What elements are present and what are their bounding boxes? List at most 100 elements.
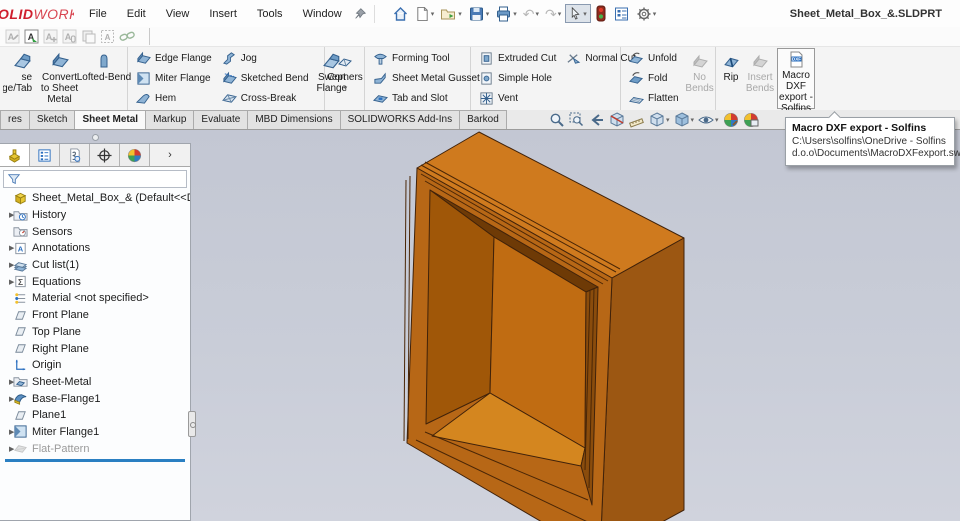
fold-button[interactable]: Fold bbox=[626, 69, 682, 88]
jog-button[interactable]: Jog bbox=[219, 49, 312, 68]
panel-tabs-overflow[interactable]: › bbox=[150, 144, 190, 166]
undo-button[interactable]: ↶ ▾ bbox=[521, 7, 541, 21]
miter-flange-button[interactable]: Miter Flange bbox=[133, 69, 215, 88]
tree-item-history[interactable]: ▶ History bbox=[0, 207, 190, 224]
display-style-button[interactable]: ▾ bbox=[673, 111, 696, 128]
zoom-area-button[interactable] bbox=[568, 112, 586, 128]
sketched-bend-button[interactable]: Sketched Bend bbox=[219, 69, 312, 88]
open-document-button[interactable]: ▾ bbox=[438, 5, 464, 23]
rip-button[interactable]: Rip bbox=[719, 48, 743, 109]
tree-item-right-plane[interactable]: Right Plane bbox=[0, 340, 190, 357]
view-orientation-button[interactable]: ▾ bbox=[648, 112, 671, 128]
tree-item-sheet-metal-folder[interactable]: ▶ Sheet-Metal bbox=[0, 374, 190, 391]
tree-root-part[interactable]: Sheet_Metal_Box_& (Default<<Default> bbox=[0, 190, 190, 207]
menu-edit[interactable]: Edit bbox=[118, 5, 155, 23]
expand-arrow[interactable]: ▶ bbox=[0, 378, 14, 386]
rollback-bar[interactable] bbox=[5, 459, 185, 462]
tree-item-cut-list[interactable]: ▶ Cut list(1) bbox=[0, 257, 190, 274]
expand-arrow[interactable]: ▶ bbox=[0, 445, 14, 453]
tab-sketch[interactable]: Sketch bbox=[28, 110, 76, 129]
menu-insert[interactable]: Insert bbox=[200, 5, 246, 23]
settings-button[interactable]: ▾ bbox=[634, 5, 659, 23]
tab-feature-tree[interactable] bbox=[0, 144, 30, 166]
edit-appearance-button[interactable] bbox=[722, 112, 740, 128]
unfold-button[interactable]: Unfold bbox=[626, 49, 682, 68]
sheet-metal-gusset-button[interactable]: Sheet Metal Gusset bbox=[370, 69, 483, 88]
edge-flange-button[interactable]: Edge Flange bbox=[133, 49, 215, 68]
simple-hole-button[interactable]: Simple Hole bbox=[476, 69, 559, 88]
tree-item-base-flange1[interactable]: ▶ Base-Flange1 bbox=[0, 390, 190, 407]
auto-text-icon[interactable]: A bbox=[100, 29, 115, 44]
measure-button[interactable] bbox=[628, 112, 646, 128]
note-edit-icon[interactable]: A bbox=[5, 29, 20, 44]
menu-file[interactable]: File bbox=[80, 5, 116, 23]
tree-item-miter-flange1[interactable]: ▶ Miter Flange1 bbox=[0, 424, 190, 441]
note-insert-icon[interactable]: A bbox=[24, 29, 39, 44]
hide-show-items-button[interactable]: ▾ bbox=[697, 112, 720, 128]
tab-and-slot-button[interactable]: Tab and Slot bbox=[370, 89, 483, 108]
print-button[interactable]: ▾ bbox=[493, 5, 519, 23]
note-attach-icon[interactable]: A bbox=[62, 29, 77, 44]
apply-scene-button[interactable] bbox=[742, 112, 760, 128]
base-flange-icon bbox=[14, 394, 27, 405]
expand-arrow[interactable]: ▶ bbox=[0, 211, 14, 219]
lofted-bend-button[interactable]: Lofted-Bend bbox=[77, 48, 131, 109]
tree-item-plane1[interactable]: Plane1 bbox=[0, 407, 190, 424]
flatten-button[interactable]: Flatten bbox=[626, 89, 682, 108]
home-button[interactable] bbox=[390, 5, 411, 23]
corners-dropdown[interactable]: ▾ bbox=[344, 83, 348, 94]
tree-item-flat-pattern[interactable]: ▶ Flat-Pattern bbox=[0, 440, 190, 457]
menu-window[interactable]: Window bbox=[294, 5, 351, 23]
forming-tool-button[interactable]: Forming Tool bbox=[370, 49, 483, 68]
options-list-button[interactable] bbox=[611, 5, 632, 23]
tab-solidworks-add-ins[interactable]: SOLIDWORKS Add-Ins bbox=[339, 110, 461, 129]
link-icon[interactable] bbox=[119, 29, 135, 44]
extruded-cut-button[interactable]: Extruded Cut bbox=[476, 49, 559, 68]
expand-arrow[interactable]: ▶ bbox=[0, 278, 14, 286]
panel-resize-grip[interactable] bbox=[188, 411, 196, 437]
tree-item-top-plane[interactable]: Top Plane bbox=[0, 324, 190, 341]
tab-property-manager[interactable] bbox=[30, 144, 60, 166]
corners-button[interactable]: Corners ▾ bbox=[327, 48, 363, 109]
note-add-icon[interactable]: A bbox=[43, 29, 58, 44]
tab-and-slot-icon bbox=[373, 95, 388, 104]
expand-arrow[interactable]: ▶ bbox=[0, 244, 14, 252]
copy-format-icon[interactable] bbox=[81, 29, 96, 44]
tree-item-equations[interactable]: ▶ Σ Equations bbox=[0, 273, 190, 290]
tab-markup[interactable]: Markup bbox=[145, 110, 195, 129]
tree-item-sensors[interactable]: Sensors bbox=[0, 223, 190, 240]
menu-view[interactable]: View bbox=[157, 5, 199, 23]
pin-menu-button[interactable] bbox=[351, 6, 369, 22]
previous-view-button[interactable] bbox=[588, 112, 606, 128]
tab-sheet-metal[interactable]: Sheet Metal bbox=[74, 110, 147, 129]
hem-button[interactable]: Hem bbox=[133, 89, 215, 108]
tab-dimxpert[interactable] bbox=[90, 144, 120, 166]
tree-item-annotations[interactable]: ▶ A Annotations bbox=[0, 240, 190, 257]
base-flange-tab-button[interactable]: se ge/Tab bbox=[3, 48, 35, 109]
rebuild-button[interactable] bbox=[593, 4, 609, 23]
tab-barkod[interactable]: Barkod bbox=[459, 110, 507, 129]
menu-tools[interactable]: Tools bbox=[248, 5, 292, 23]
cross-break-button[interactable]: Cross-Break bbox=[219, 89, 312, 108]
select-tool-button[interactable]: ▾ bbox=[565, 4, 591, 23]
expand-arrow[interactable]: ▶ bbox=[0, 261, 14, 269]
panel-splitter-handle[interactable] bbox=[92, 134, 99, 141]
tab-evaluate[interactable]: Evaluate bbox=[193, 110, 249, 129]
vent-button[interactable]: Vent bbox=[476, 89, 559, 108]
save-button[interactable]: ▾ bbox=[466, 5, 492, 23]
tab-display-manager[interactable] bbox=[120, 144, 150, 166]
tree-filter-input[interactable] bbox=[3, 170, 187, 188]
tree-item-origin[interactable]: Origin bbox=[0, 357, 190, 374]
tab-configurations[interactable] bbox=[60, 144, 90, 166]
tab-mbd-dimensions[interactable]: MBD Dimensions bbox=[247, 110, 341, 129]
macro-dxf-export-button[interactable]: DXF Macro DXF export - Solfins bbox=[777, 48, 815, 114]
tree-item-material[interactable]: Material <not specified> bbox=[0, 290, 190, 307]
section-view-button[interactable] bbox=[608, 112, 626, 128]
expand-arrow[interactable]: ▶ bbox=[0, 395, 14, 403]
expand-arrow[interactable]: ▶ bbox=[0, 428, 14, 436]
tree-item-front-plane[interactable]: Front Plane bbox=[0, 307, 190, 324]
tab-features[interactable]: res bbox=[0, 110, 30, 129]
new-document-button[interactable]: ▾ bbox=[413, 5, 437, 23]
zoom-fit-button[interactable] bbox=[548, 112, 566, 128]
redo-button[interactable]: ↷ ▾ bbox=[543, 7, 563, 21]
